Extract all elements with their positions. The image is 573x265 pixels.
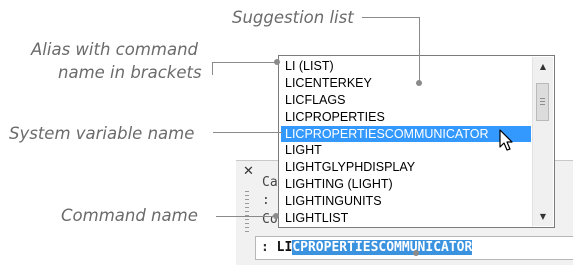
suggestion-item[interactable]: LICENTERKEY xyxy=(281,75,531,92)
scroll-thumb[interactable] xyxy=(536,83,549,121)
leader-line xyxy=(362,17,420,18)
command-prompt: : xyxy=(261,240,269,255)
suggestion-item[interactable]: LIGHTGLYPHDISPLAY xyxy=(281,159,531,176)
suggestion-item-selected[interactable]: LICPROPERTIESCOMMUNICATOR xyxy=(281,125,531,143)
suggestion-item[interactable]: LIGHTING (LIGHT) xyxy=(281,176,531,193)
suggestion-item[interactable]: LIGHTINGUNITS xyxy=(281,193,531,210)
suggestion-item[interactable]: LICPROPERTIES xyxy=(281,109,531,126)
callout-suggestion-list: Suggestion list xyxy=(232,8,354,27)
scroll-down-icon[interactable]: ▼ xyxy=(533,212,553,221)
leader-dot xyxy=(413,250,419,256)
leader-dot xyxy=(273,213,279,219)
leader-dot xyxy=(416,80,422,86)
suggestion-item[interactable]: LIGHT xyxy=(281,142,531,159)
leader-line xyxy=(212,62,213,75)
drag-handle[interactable] xyxy=(245,191,249,235)
suggestion-item[interactable]: LICFLAGS xyxy=(281,92,531,109)
leader-line xyxy=(419,17,420,81)
scroll-up-icon[interactable]: ▲ xyxy=(533,62,553,71)
callout-command-name: Command name xyxy=(61,206,198,225)
suggestion-item[interactable]: LI (LIST) xyxy=(281,58,531,75)
callout-alias-line1: Alias with command xyxy=(31,40,199,59)
leader-line xyxy=(213,132,282,133)
suggestion-item[interactable]: LIGHTLIST xyxy=(281,210,531,227)
leader-line xyxy=(212,62,276,63)
history-line: : xyxy=(262,193,270,208)
command-input[interactable]: : LICPROPERTIESCOMMUNICATOR xyxy=(255,236,573,260)
pointer-cursor-icon xyxy=(499,129,513,151)
history-line: Ca xyxy=(262,175,278,190)
close-icon[interactable]: ✕ xyxy=(243,164,254,179)
leader-line xyxy=(216,216,274,217)
callout-system-variable: System variable name xyxy=(9,124,195,143)
callout-alias-line2: name in brackets xyxy=(58,63,202,82)
autocomplete-text: CPROPERTIESCOMMUNICATOR xyxy=(292,240,473,255)
typed-text: LI xyxy=(276,240,293,255)
leader-dot xyxy=(274,59,280,65)
vertical-scrollbar[interactable]: ▲ ▼ xyxy=(532,57,553,226)
